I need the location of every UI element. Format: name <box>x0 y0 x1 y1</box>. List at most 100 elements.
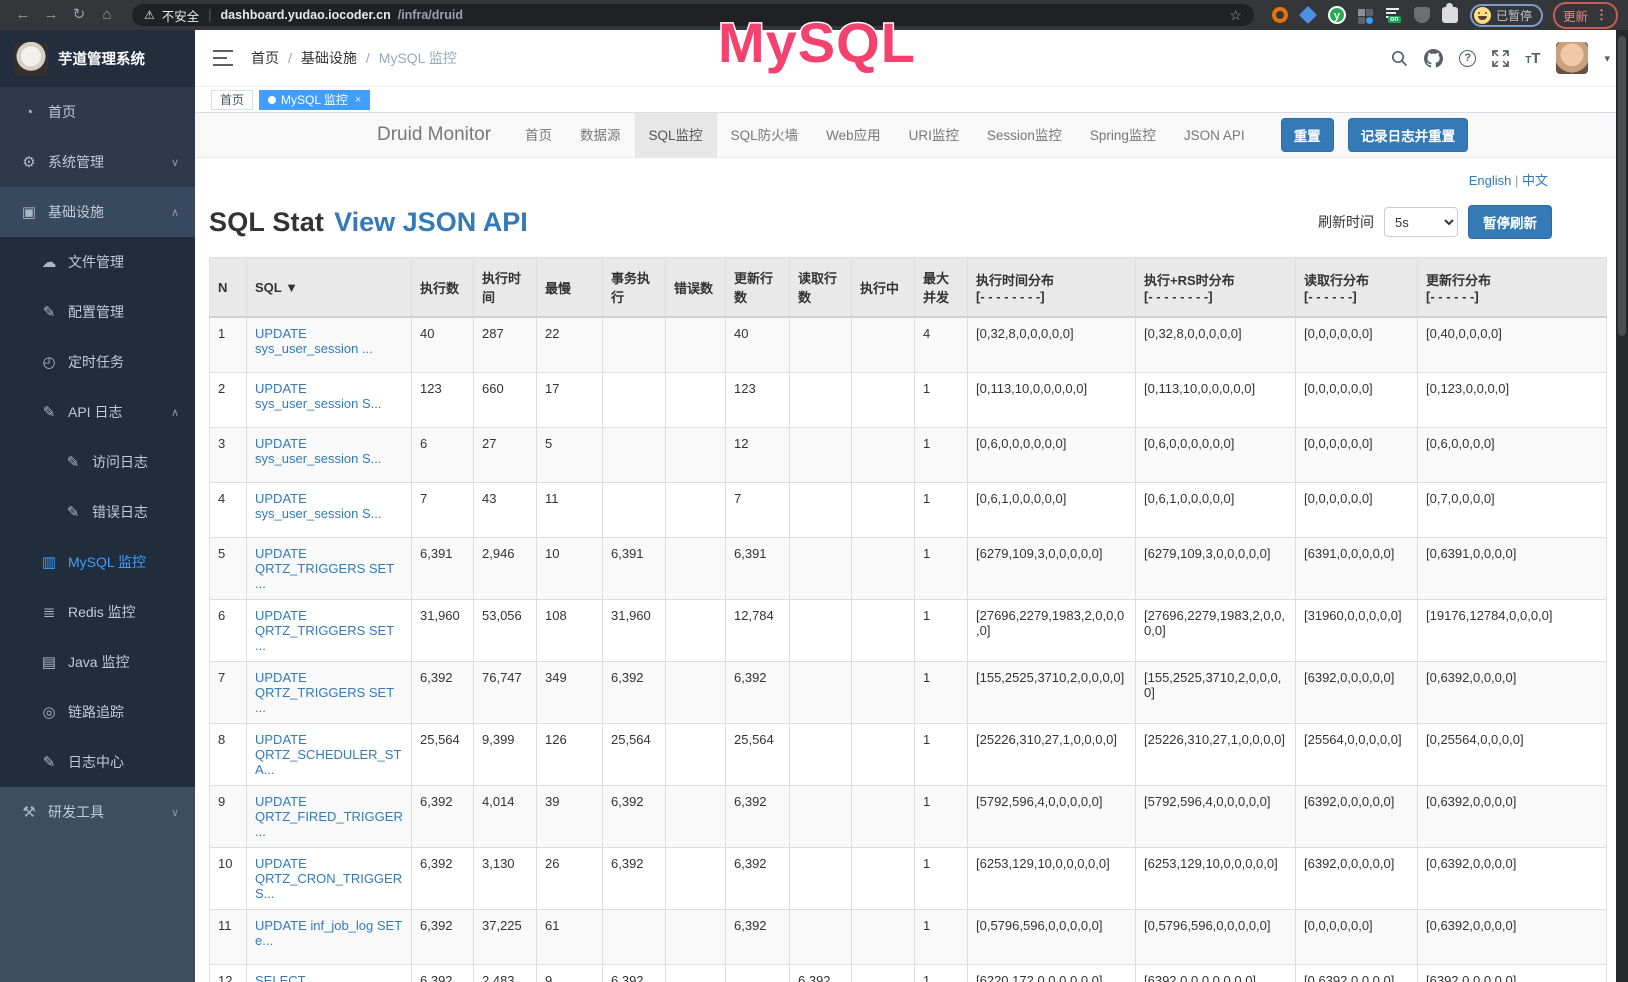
browser-menu-icon[interactable]: ⋮ <box>1595 7 1608 23</box>
hamburger-icon[interactable] <box>213 50 233 66</box>
sidebar-item-文件管理[interactable]: ☁文件管理 <box>0 237 195 287</box>
search-icon[interactable] <box>1391 50 1408 67</box>
sql-link[interactable]: UPDATE sys_user_session S... <box>255 381 381 411</box>
column-header[interactable]: 最慢 <box>537 258 603 318</box>
sql-link[interactable]: UPDATE QRTZ_CRON_TRIGGERS... <box>255 856 402 901</box>
page-title: SQL Stat <box>209 207 324 238</box>
druid-nav-spring监控[interactable]: Spring监控 <box>1076 113 1170 158</box>
sidebar-item-访问日志[interactable]: ✎访问日志 <box>0 437 195 487</box>
refresh-interval-select[interactable]: 5s <box>1384 207 1458 237</box>
sql-link[interactable]: UPDATE QRTZ_FIRED_TRIGGER... <box>255 794 403 839</box>
column-header[interactable]: 读取行数 <box>790 258 852 318</box>
column-header[interactable]: 最大并发 <box>915 258 968 318</box>
sidebar-item-java-监控[interactable]: ▤Java 监控 <box>0 637 195 687</box>
ext-puzzle-icon[interactable] <box>1442 7 1458 23</box>
sidebar-item-错误日志[interactable]: ✎错误日志 <box>0 487 195 537</box>
browser-reload-icon[interactable]: ↻ <box>66 3 92 27</box>
tag-首页[interactable]: 首页 <box>211 90 253 110</box>
fullscreen-icon[interactable] <box>1492 50 1509 67</box>
druid-nav-session监控[interactable]: Session监控 <box>973 113 1076 158</box>
sidebar-item-系统管理[interactable]: ⚙系统管理∨ <box>0 137 195 187</box>
sidebar-item-基础设施[interactable]: ▣基础设施∧ <box>0 187 195 237</box>
user-avatar[interactable] <box>1556 42 1588 74</box>
data-cell: [6392,0,0,0,0,0] <box>1296 847 1418 909</box>
data-cell: [19176,12784,0,0,0,0] <box>1418 599 1607 661</box>
bookmark-star-icon[interactable]: ☆ <box>1229 7 1242 24</box>
sql-link[interactable]: UPDATE QRTZ_TRIGGERS SET ... <box>255 670 394 715</box>
user-menu-caret-icon[interactable]: ▾ <box>1604 52 1610 65</box>
sql-link[interactable]: UPDATE sys_user_session S... <box>255 491 381 521</box>
reset-button[interactable]: 重置 <box>1281 118 1334 152</box>
druid-nav-数据源[interactable]: 数据源 <box>566 113 635 158</box>
column-header[interactable]: 更新行数 <box>726 258 790 318</box>
browser-update-button[interactable]: 更新 ⋮ <box>1553 2 1618 29</box>
column-header[interactable]: SQL ▼ <box>247 258 412 318</box>
druid-nav-json-api[interactable]: JSON API <box>1170 113 1259 158</box>
column-header[interactable]: 读取行分布[- - - - - -] <box>1296 258 1418 318</box>
sidebar-item-配置管理[interactable]: ✎配置管理 <box>0 287 195 337</box>
help-icon[interactable]: ? <box>1459 50 1476 67</box>
breadcrumb-item[interactable]: 基础设施 <box>301 48 357 68</box>
font-size-icon[interactable]: TT <box>1525 50 1540 67</box>
scrollbar-thumb[interactable] <box>1618 36 1626 336</box>
sql-link[interactable]: UPDATE QRTZ_TRIGGERS SET ... <box>255 608 394 653</box>
ext-list-on-icon[interactable]: on <box>1386 7 1402 23</box>
tag-close-icon[interactable]: × <box>355 94 361 106</box>
column-header[interactable]: N <box>210 258 247 318</box>
sql-link[interactable]: UPDATE QRTZ_TRIGGERS SET ... <box>255 546 394 591</box>
dev-tools-icon: ⚒ <box>20 803 38 821</box>
sidebar-item-redis-监控[interactable]: ≣Redis 监控 <box>0 587 195 637</box>
druid-nav-首页[interactable]: 首页 <box>511 113 566 158</box>
access-log-icon: ✎ <box>64 453 82 471</box>
sql-link[interactable]: UPDATE QRTZ_SCHEDULER_STA... <box>255 732 401 777</box>
ext-green-y-icon[interactable]: y <box>1328 6 1346 24</box>
browser-back-icon[interactable]: ← <box>10 3 36 27</box>
browser-forward-icon[interactable]: → <box>38 3 64 27</box>
sidebar-item-日志中心[interactable]: ✎日志中心 <box>0 737 195 787</box>
lang-chinese-link[interactable]: 中文 <box>1522 173 1548 188</box>
column-header[interactable]: 错误数 <box>666 258 726 318</box>
sidebar-item-首页[interactable]: ◔首页 <box>0 87 195 137</box>
profile-paused-pill[interactable]: 已暂停 <box>1470 4 1543 27</box>
sidebar-item-定时任务[interactable]: ◴定时任务 <box>0 337 195 387</box>
view-json-api-link[interactable]: View JSON API <box>334 207 528 238</box>
sidebar-item-链路追踪[interactable]: ◎链路追踪 <box>0 687 195 737</box>
sql-link[interactable]: SELECT TRIGGER_STATE <box>255 973 361 982</box>
ext-gray-icon[interactable] <box>1414 7 1430 23</box>
column-header[interactable]: 执行时间分布[- - - - - - - -] <box>968 258 1136 318</box>
data-cell: [25226,310,27,1,0,0,0,0] <box>968 723 1136 785</box>
address-bar[interactable]: ⚠ 不安全 | dashboard.yudao.iocoder.cn/infra… <box>132 4 1254 26</box>
ext-orange-ring-icon[interactable] <box>1272 7 1288 23</box>
sql-link[interactable]: UPDATE sys_user_session S... <box>255 436 381 466</box>
ext-squares-icon[interactable] <box>1358 7 1374 23</box>
tag-mysql-监控[interactable]: MySQL 监控× <box>259 90 370 110</box>
druid-nav-sql监控[interactable]: SQL监控 <box>635 113 717 158</box>
druid-nav-web应用[interactable]: Web应用 <box>812 113 895 158</box>
lang-english-link[interactable]: English <box>1469 173 1512 188</box>
druid-nav-uri监控[interactable]: URI监控 <box>895 113 973 158</box>
log-and-reset-button[interactable]: 记录日志并重置 <box>1348 118 1469 152</box>
sql-link[interactable]: UPDATE inf_job_log SET e... <box>255 918 402 948</box>
table-row: 6UPDATE QRTZ_TRIGGERS SET ...31,96053,05… <box>210 599 1607 661</box>
druid-nav-sql防火墙[interactable]: SQL防火墙 <box>717 113 813 158</box>
druid-brand[interactable]: Druid Monitor <box>377 124 511 146</box>
page-scrollbar[interactable] <box>1616 30 1628 982</box>
ext-blue-gem-icon[interactable] <box>1299 6 1317 24</box>
breadcrumb-item[interactable]: 首页 <box>251 48 279 68</box>
column-header[interactable]: 事务执行 <box>603 258 666 318</box>
sidebar-logo-row[interactable]: 芋道管理系统 <box>0 30 195 87</box>
column-header[interactable]: 执行+RS时分布[- - - - - - - -] <box>1136 258 1296 318</box>
column-header[interactable]: 执行时间 <box>474 258 537 318</box>
sidebar-item-研发工具[interactable]: ⚒研发工具∨ <box>0 787 195 837</box>
browser-home-icon[interactable]: ⌂ <box>94 3 120 27</box>
column-header[interactable]: 执行中 <box>852 258 915 318</box>
column-header[interactable]: 更新行分布[- - - - - -] <box>1418 258 1607 318</box>
github-icon[interactable] <box>1424 49 1443 68</box>
table-row: 11UPDATE inf_job_log SET e...6,39237,225… <box>210 909 1607 964</box>
sidebar-filler <box>0 837 195 982</box>
sql-link[interactable]: UPDATE sys_user_session ... <box>255 326 373 356</box>
sidebar-item-mysql-监控[interactable]: ▥MySQL 监控 <box>0 537 195 587</box>
pause-refresh-button[interactable]: 暂停刷新 <box>1468 205 1552 239</box>
sidebar-item-api-日志[interactable]: ✎API 日志∧ <box>0 387 195 437</box>
column-header[interactable]: 执行数 <box>412 258 474 318</box>
